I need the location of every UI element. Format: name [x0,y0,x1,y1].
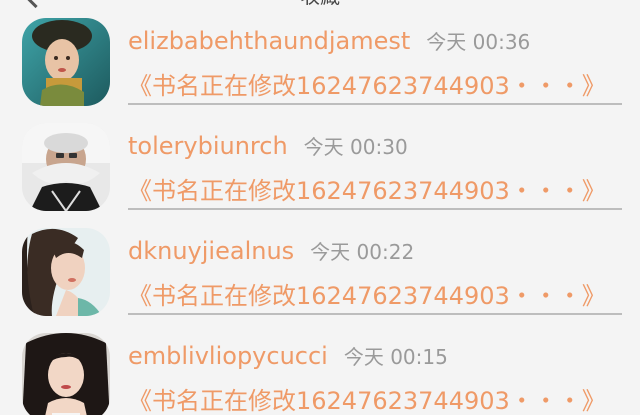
username[interactable]: dknuyjiealnus [128,237,294,265]
book-title[interactable]: 《书名正在修改16247623744903・・・》 [128,66,618,101]
name-line: emblivliopycucci 今天 00:15 [128,341,448,373]
list-item[interactable]: elizbabehthaundjamest 今天 00:36 《书名正在修改162… [0,0,640,106]
username[interactable]: elizbabehthaundjamest [128,27,410,55]
book-title[interactable]: 《书名正在修改16247623744903・・・》 [128,381,618,415]
list-item[interactable]: dknuyjiealnus 今天 00:22 《书名正在修改16247623744… [0,210,640,316]
favorites-list: elizbabehthaundjamest 今天 00:36 《书名正在修改162… [0,0,640,415]
list-item[interactable]: tolerybiunrch 今天 00:30 《书名正在修改16247623744… [0,105,640,211]
book-title[interactable]: 《书名正在修改16247623744903・・・》 [128,276,618,311]
avatar[interactable] [22,228,110,316]
name-line: tolerybiunrch 今天 00:30 [128,131,408,163]
username[interactable]: emblivliopycucci [128,342,328,370]
name-line: elizbabehthaundjamest 今天 00:36 [128,26,530,58]
timestamp: 今天 00:36 [426,30,531,54]
name-line: dknuyjiealnus 今天 00:22 [128,236,414,268]
avatar[interactable] [22,333,110,415]
list-item[interactable]: emblivliopycucci 今天 00:15 《书名正在修改16247623… [0,315,640,415]
favorites-screen: 收藏 [0,0,640,415]
timestamp: 今天 00:30 [303,135,408,159]
username[interactable]: tolerybiunrch [128,132,288,160]
timestamp: 今天 00:22 [310,240,415,264]
timestamp: 今天 00:15 [343,345,448,369]
avatar[interactable] [22,18,110,106]
book-title[interactable]: 《书名正在修改16247623744903・・・》 [128,171,618,206]
avatar[interactable] [22,123,110,211]
